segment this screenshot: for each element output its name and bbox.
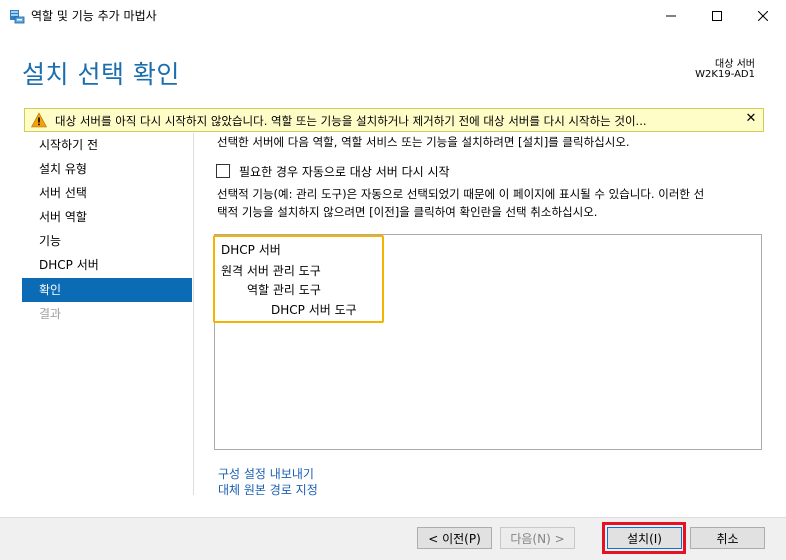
page-title: 설치 선택 확인 [22,60,180,89]
server-manager-icon [9,8,25,24]
restart-checkbox[interactable] [216,164,230,178]
window-title: 역할 및 기능 추가 마법사 [31,9,157,23]
sidebar-item-before-you-begin[interactable]: 시작하기 전 [22,133,192,157]
minimize-icon [666,15,676,16]
sidebar-item-results: 결과 [39,307,62,321]
alternate-source-path-link[interactable]: 대체 원본 경로 지정 [218,481,318,498]
sidebar-divider [193,133,194,495]
warning-message: 대상 서버를 아직 다시 시작하지 않았습니다. 역할 또는 기능을 설치하거나… [55,114,647,128]
target-server-label: 대상 서버 [715,59,755,70]
sidebar-item-server-selection[interactable]: 서버 선택 [22,181,192,205]
minimize-button[interactable] [648,0,694,31]
target-server-name: W2K19-AD1 [695,69,755,80]
sidebar-item-confirmation[interactable]: 확인 [22,278,192,302]
maximize-icon [712,10,722,21]
previous-button[interactable]: < 이전(P) [417,527,492,549]
restart-checkbox-label[interactable]: 필요한 경우 자동으로 대상 서버 다시 시작 [239,163,450,180]
feature-highlight-box [213,235,384,323]
warning-close-icon[interactable]: ✕ [742,111,760,129]
optional-features-note-continued: 택적 기능을 설치하지 않으려면 [이전]을 클릭하여 확인란을 선택 취소하십… [217,205,598,219]
sidebar-item-server-roles[interactable]: 서버 역할 [22,205,192,229]
sidebar-item-dhcp-server[interactable]: DHCP 서버 [22,253,192,277]
export-configuration-link[interactable]: 구성 설정 내보내기 [218,465,314,482]
sidebar-item-features[interactable]: 기능 [22,229,192,253]
next-button[interactable]: 다음(N) > [500,527,575,549]
sidebar-item-installation-type[interactable]: 설치 유형 [22,157,192,181]
warning-icon [30,112,48,128]
intro-text: 선택한 서버에 다음 역할, 역할 서비스 또는 기능을 설치하려면 [설치]를… [217,135,630,149]
install-button[interactable]: 설치(I) [607,527,682,549]
close-icon [758,10,768,21]
wizard-steps-sidebar: 시작하기 전 설치 유형 서버 선택 서버 역할 기능 DHCP 서버 확인 결… [22,133,192,495]
cancel-button[interactable]: 취소 [690,527,765,549]
maximize-button[interactable] [694,0,740,31]
warning-bar[interactable]: 대상 서버를 아직 다시 시작하지 않았습니다. 역할 또는 기능을 설치하거나… [24,108,764,132]
close-button[interactable] [740,0,786,31]
optional-features-note: 선택적 기능(예: 관리 도구)은 자동으로 선택되었기 때문에 이 페이지에 … [217,187,705,201]
